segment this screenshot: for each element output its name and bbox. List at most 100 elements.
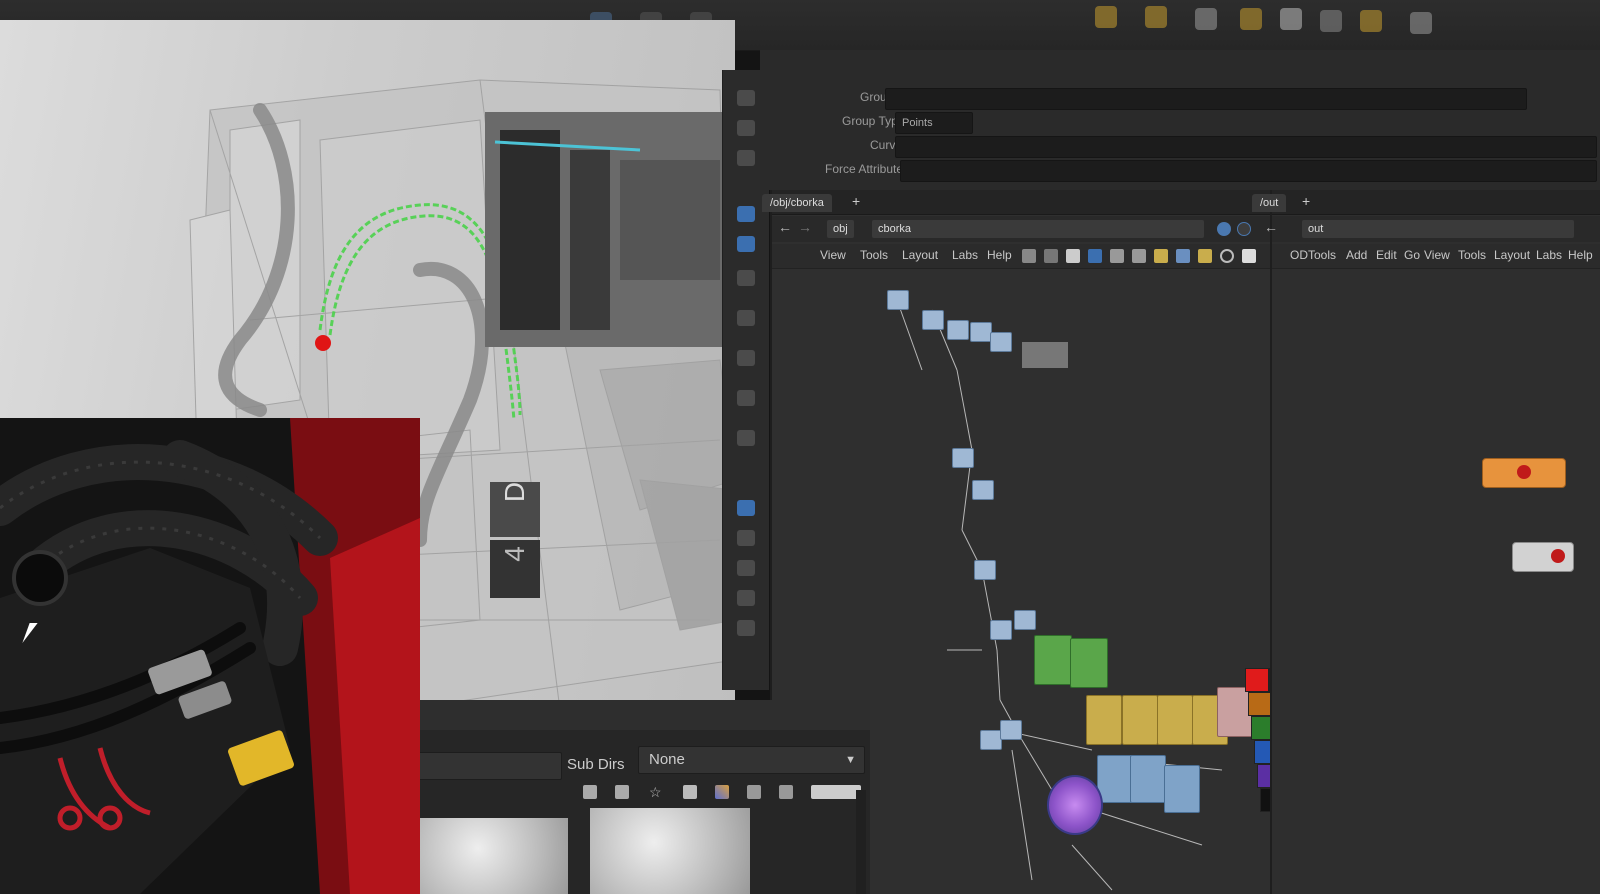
view-tool-icon[interactable]	[737, 560, 755, 576]
subdirs-dropdown[interactable]: None ▼	[638, 746, 865, 774]
group-field[interactable]	[885, 88, 1527, 110]
view-tool-icon[interactable]	[737, 390, 755, 406]
wrench-icon[interactable]	[1022, 249, 1036, 263]
graph-node[interactable]	[974, 560, 996, 580]
rop-node-grey[interactable]	[1512, 542, 1574, 572]
shelf-tool-icon[interactable]	[1320, 10, 1342, 32]
shelf-tool-icon[interactable]	[1410, 12, 1432, 34]
display-icon[interactable]	[779, 785, 793, 799]
color-swatch[interactable]	[1248, 692, 1272, 716]
graph-node[interactable]	[1000, 720, 1022, 740]
path-dropdown[interactable]	[410, 752, 562, 780]
graph-node[interactable]	[922, 310, 944, 330]
node-thumbnail[interactable]	[1022, 342, 1068, 368]
path-chip-current[interactable]: cborka	[872, 220, 1204, 238]
new-folder-icon[interactable]	[583, 785, 597, 799]
graph-node-green[interactable]	[1034, 635, 1072, 685]
menu-tools[interactable]: Tools	[860, 248, 888, 262]
menu-go[interactable]: Go	[1404, 248, 1420, 262]
graph-node-green[interactable]	[1070, 638, 1108, 688]
graph-node-yellow[interactable]	[1086, 695, 1122, 745]
shelf-tool-icon[interactable]	[1095, 6, 1117, 28]
graph-node-blue[interactable]	[1130, 755, 1166, 803]
graph-node[interactable]	[952, 448, 974, 468]
menu-help[interactable]: Help	[1568, 248, 1593, 262]
menu-view[interactable]: View	[820, 248, 846, 262]
network-editor-out[interactable]: /out + ← out ODTools Add Edit Go View To…	[1252, 190, 1600, 894]
view-tool-icon[interactable]	[737, 90, 755, 106]
rop-node-orange[interactable]	[1482, 458, 1566, 488]
grid-view-icon[interactable]	[1088, 249, 1102, 263]
graph-node-blue[interactable]	[1164, 765, 1200, 813]
copy-icon[interactable]	[615, 785, 629, 799]
view-tool-icon[interactable]	[737, 530, 755, 546]
view-tool-icon[interactable]	[737, 590, 755, 606]
menu-help[interactable]: Help	[987, 248, 1012, 262]
view-tool-icon[interactable]	[737, 310, 755, 326]
view-tool-icon[interactable]	[737, 350, 755, 366]
texture-thumbnail[interactable]	[590, 808, 750, 894]
group-type-select[interactable]: Points	[895, 112, 973, 134]
back-arrow-icon[interactable]: ←	[1264, 219, 1278, 235]
add-tab-icon[interactable]: +	[1302, 193, 1310, 209]
graph-node-blue[interactable]	[1097, 755, 1133, 803]
graph-node[interactable]	[887, 290, 909, 310]
eraser-icon[interactable]	[683, 785, 697, 799]
graph-node[interactable]	[980, 730, 1002, 750]
table-icon[interactable]	[1110, 249, 1124, 263]
search-icon[interactable]	[1220, 249, 1234, 263]
graph-node[interactable]	[970, 322, 992, 342]
path-chip-out[interactable]: out	[1302, 220, 1574, 238]
view-tool-icon[interactable]	[737, 430, 755, 446]
menu-layout[interactable]: Layout	[902, 248, 938, 262]
pin-icon[interactable]	[1217, 222, 1231, 236]
texture-thumbnail[interactable]	[418, 818, 568, 894]
graph-node[interactable]	[990, 332, 1012, 352]
menu-labs[interactable]: Labs	[1536, 248, 1562, 262]
menu-odtools[interactable]: ODTools	[1290, 248, 1336, 262]
path-chip-obj[interactable]: obj	[827, 220, 854, 238]
menu-tools[interactable]: Tools	[1458, 248, 1486, 262]
menu-labs[interactable]: Labs	[952, 248, 978, 262]
shelf-tool-icon[interactable]	[1360, 10, 1382, 32]
menu-layout[interactable]: Layout	[1494, 248, 1530, 262]
view-tool-icon[interactable]	[737, 206, 755, 222]
menu-add[interactable]: Add	[1346, 248, 1367, 262]
force-attribute-field[interactable]	[900, 160, 1597, 182]
view-tool-icon[interactable]	[737, 120, 755, 136]
view-tool-icon[interactable]	[737, 150, 755, 166]
view-tool-icon[interactable]	[737, 236, 755, 252]
link-icon[interactable]	[1237, 222, 1251, 236]
add-tab-icon[interactable]: +	[852, 193, 860, 209]
view-tool-icon[interactable]	[737, 620, 755, 636]
back-arrow-icon[interactable]: ←	[778, 219, 792, 235]
shelf-tool-icon[interactable]	[1195, 8, 1217, 30]
shelf-tool-icon[interactable]	[1280, 8, 1302, 30]
tab-out[interactable]: /out	[1252, 194, 1287, 212]
graph-node-yellow[interactable]	[1122, 695, 1158, 745]
network-box-icon[interactable]	[1176, 249, 1190, 263]
tab-network-path[interactable]: /obj/cborka	[762, 194, 832, 212]
curves-field[interactable]	[895, 136, 1597, 158]
star-icon[interactable]: ☆	[649, 785, 663, 799]
graph-node[interactable]	[1014, 610, 1036, 630]
graph-node[interactable]	[990, 620, 1012, 640]
eye-icon[interactable]	[747, 785, 761, 799]
file-browser-scrollbar[interactable]	[856, 790, 866, 894]
snapshot-icon[interactable]	[1242, 249, 1256, 263]
zoom-slider[interactable]	[811, 785, 861, 799]
view-tool-icon[interactable]	[737, 500, 755, 516]
color-swatch[interactable]	[1245, 668, 1269, 692]
sticky-icon[interactable]	[1198, 249, 1212, 263]
graph-node[interactable]	[972, 480, 994, 500]
menu-edit[interactable]: Edit	[1376, 248, 1397, 262]
graph-node[interactable]	[947, 320, 969, 340]
shelf-tool-icon[interactable]	[1240, 8, 1262, 30]
view-tool-icon[interactable]	[737, 270, 755, 286]
graph-node-yellow[interactable]	[1157, 695, 1193, 745]
forward-arrow-icon[interactable]: →	[798, 219, 812, 235]
menu-view[interactable]: View	[1424, 248, 1450, 262]
graph-node-purple-sphere[interactable]	[1047, 775, 1103, 835]
list-icon[interactable]	[1066, 249, 1080, 263]
tree-icon[interactable]	[1044, 249, 1058, 263]
